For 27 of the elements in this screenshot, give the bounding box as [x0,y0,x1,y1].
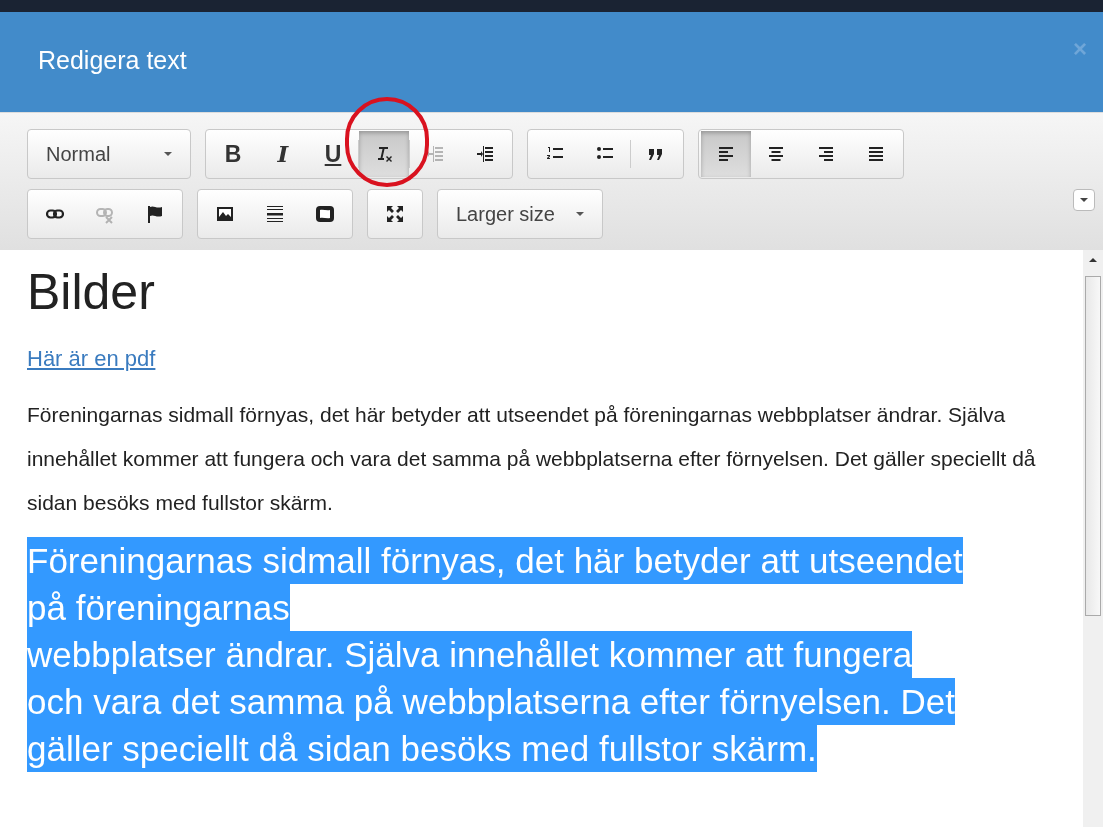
caret-icon [576,212,584,216]
format-button[interactable]: B [208,131,258,177]
clear-format-button[interactable] [359,131,409,177]
align-justify-icon [866,144,886,164]
align-right-icon [816,144,836,164]
large-paragraph: Föreningarnas sidmall förnyas, det här betyder att utseendet på föreningarnas webbplatser ändrar. Själva innehållet kommer att fungera och vara det samma på webbplatserna efter förnyelsen. Det gäller speciellt då sidan besöks med fullstor skärm. [27,537,1075,772]
scrollbar-thumb[interactable] [1085,276,1101,616]
align-left-button[interactable] [701,131,751,177]
indent-icon [475,144,495,164]
outdent-icon [425,144,445,164]
format-button[interactable]: I [258,131,308,177]
dialog-title: Redigera text [38,45,187,77]
format-button[interactable]: U [308,131,358,177]
horizontal-line-icon [265,204,285,224]
dropdown-select[interactable]: Larger size [437,189,603,239]
align-center-icon [766,144,786,164]
pdf-link[interactable]: Här är en pdf [27,342,156,375]
align-left-icon [716,144,736,164]
flag-icon [145,204,165,224]
frame-icon [315,204,335,224]
image-icon [215,204,235,224]
caret-icon [164,152,172,156]
heading: Bilder [27,264,156,320]
body-paragraph: Föreningarnas sidmall förnyas, det här betyder att utseendet på föreningarnas webbplatser ändrar. Själva innehållet kommer att fungera och vara det samma på webbplatserna efter förnyelsen. Det gäller speciellt då sidan besöks med fullstor skärm. [27,402,1037,516]
maximize-icon [385,204,405,224]
dropdown-select[interactable]: Normal [27,129,191,179]
toolbar-collapse-button[interactable] [1073,189,1095,211]
